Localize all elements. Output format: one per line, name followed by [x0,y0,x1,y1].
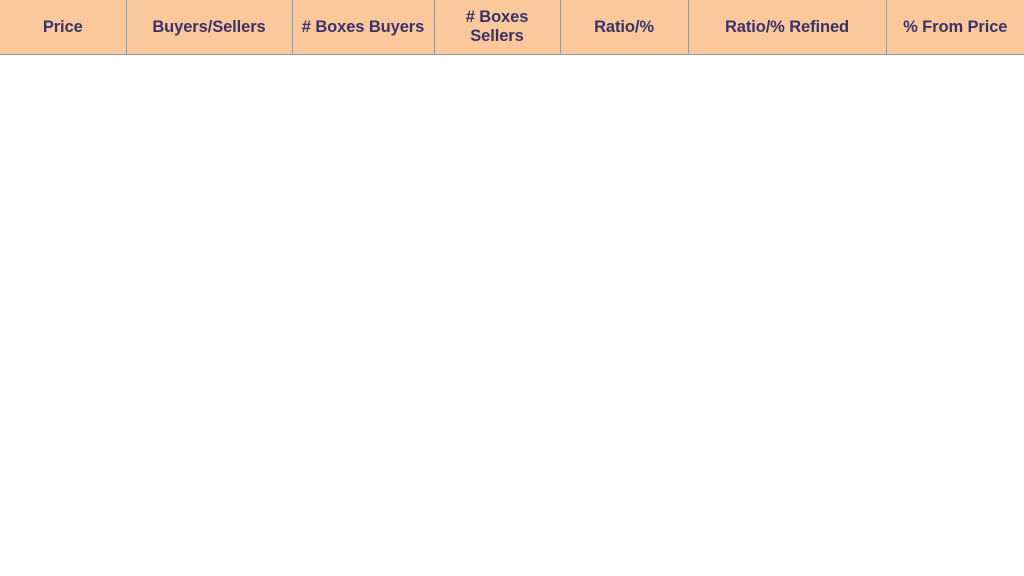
order-book-ratio-table: Price Buyers/Sellers # Boxes Buyers # Bo… [0,0,1024,55]
column-header-ratio[interactable]: Ratio/% [560,0,689,55]
column-header-buyers-sellers[interactable]: Buyers/Sellers [126,0,293,55]
column-header-price[interactable]: Price [0,0,127,55]
column-header-boxes-buyers[interactable]: # Boxes Buyers [292,0,435,55]
column-header-boxes-sellers[interactable]: # Boxes Sellers [434,0,561,55]
column-header-ratio-refined[interactable]: Ratio/% Refined [688,0,887,55]
header-row: Price Buyers/Sellers # Boxes Buyers # Bo… [0,0,1024,55]
column-header-from-price[interactable]: % From Price [886,0,1024,55]
table-header: Price Buyers/Sellers # Boxes Buyers # Bo… [0,0,1024,55]
spreadsheet-table-view: Price Buyers/Sellers # Boxes Buyers # Bo… [0,0,1024,576]
